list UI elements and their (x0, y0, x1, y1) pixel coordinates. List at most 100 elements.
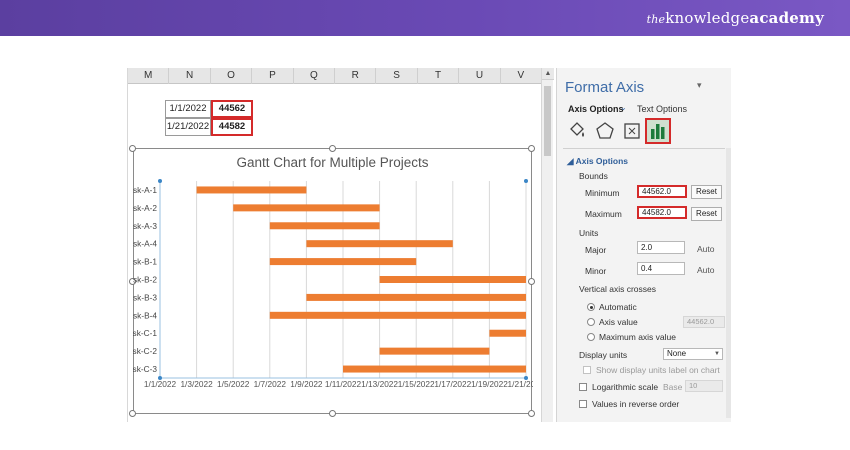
axis-value-label: Axis value (599, 317, 638, 327)
column-header[interactable]: T (418, 68, 460, 84)
brand-suffix: academy (749, 9, 824, 27)
column-header[interactable]: O (211, 68, 253, 84)
display-units-select[interactable]: None ▼ (663, 348, 723, 360)
format-axis-panel: Format Axis ▾ Axis Options ⌄ Text Option… (556, 68, 731, 422)
gantt-chart[interactable]: 1/1/2022 1/3/2022 1/5/2022 1/7/2022 1/9/2022… (133, 148, 533, 416)
tab-text-options[interactable]: Text Options (637, 104, 687, 114)
column-header[interactable]: U (459, 68, 501, 84)
date-cell[interactable]: 1/21/2022 (165, 118, 211, 136)
dropdown-arrow-icon: ▼ (714, 351, 720, 357)
major-label: Major (585, 245, 607, 255)
column-header[interactable]: R (335, 68, 377, 84)
x-tick-label: 1/9/2022 (290, 379, 323, 389)
x-tick-label: 1/13/2022 (361, 379, 398, 389)
axis-selection-handle (158, 179, 162, 183)
brand-prefix: the (646, 13, 666, 26)
axis-selection-handle (524, 179, 528, 183)
gantt-bar (343, 365, 526, 373)
maximum-label: Maximum (585, 209, 622, 219)
column-headers: M N O P Q R S T U V (128, 68, 543, 84)
banner: theknowledgeacademy (0, 0, 850, 36)
serial-cell[interactable]: 44582 (211, 118, 253, 136)
column-header[interactable]: N (169, 68, 211, 84)
y-category-label: Task-A-3 (133, 221, 157, 231)
minimum-label: Minimum (585, 188, 620, 198)
show-units-checkbox[interactable] (583, 366, 591, 374)
y-category-label: Task-C-3 (133, 364, 157, 374)
panel-title: Format Axis (565, 79, 645, 96)
size-properties-icon[interactable] (621, 120, 643, 142)
brand-logo: theknowledgeacademy (647, 9, 824, 27)
minimum-input[interactable]: 44562.0 (637, 185, 687, 198)
chart-title[interactable]: Gantt Chart for Multiple Projects (133, 155, 532, 170)
x-tick-label: 1/5/2022 (217, 379, 250, 389)
radio-automatic[interactable] (587, 303, 595, 311)
y-category-label: Task-B-2 (133, 275, 157, 285)
axis-value-input[interactable]: 44562.0 (683, 316, 725, 328)
minor-label: Minor (585, 266, 607, 276)
bounds-label: Bounds (579, 171, 608, 181)
gantt-bar (379, 347, 490, 355)
x-tick-label: 1/15/2022 (398, 379, 435, 389)
brand-name: knowledge (665, 9, 750, 27)
gantt-bar (233, 204, 380, 212)
logarithmic-scale-label: Logarithmic scale (592, 382, 659, 392)
x-tick-label: 1/1/2022 (144, 379, 177, 389)
date-cell[interactable]: 1/1/2022 (165, 100, 211, 118)
maximum-axis-value-label: Maximum axis value (599, 332, 676, 342)
major-input[interactable]: 2.0 (637, 241, 685, 254)
panel-options-chevron-icon[interactable]: ▾ (697, 80, 702, 91)
axis-options-chart-icon[interactable] (645, 118, 671, 144)
gantt-bar (269, 311, 526, 319)
reset-maximum-button[interactable]: Reset (691, 207, 722, 221)
column-header[interactable]: Q (294, 68, 336, 84)
fill-line-icon[interactable] (566, 120, 588, 142)
x-tick-label: 1/11/2022 (325, 379, 362, 389)
units-label: Units (579, 228, 599, 238)
column-header[interactable]: M (128, 68, 170, 84)
divider (563, 148, 725, 149)
y-category-label: Task-B-3 (133, 292, 157, 302)
column-header[interactable]: S (376, 68, 418, 84)
show-units-label: Show display units label on chart (596, 365, 720, 375)
chevron-down-icon[interactable]: ⌄ (620, 103, 627, 112)
x-tick-label: 1/3/2022 (180, 379, 213, 389)
gantt-bar (269, 258, 417, 266)
axis-crosses-label: Vertical axis crosses (579, 284, 656, 294)
reset-minimum-button[interactable]: Reset (691, 185, 722, 199)
minor-auto-label: Auto (697, 265, 715, 275)
radio-axis-value[interactable] (587, 318, 595, 326)
y-category-label: Task-A-4 (133, 239, 157, 249)
minor-input[interactable]: 0.4 (637, 262, 685, 275)
serial-cell[interactable]: 44562 (211, 100, 253, 118)
reverse-order-checkbox[interactable] (579, 400, 587, 408)
maximum-input[interactable]: 44582.0 (637, 206, 687, 219)
column-header[interactable]: P (252, 68, 294, 84)
base-input[interactable]: 10 (685, 380, 723, 392)
axis-selection-handle (158, 376, 162, 380)
section-toggle[interactable]: ◢ Axis Options (567, 156, 628, 167)
effects-icon[interactable] (594, 120, 616, 142)
tab-axis-options[interactable]: Axis Options (568, 104, 624, 114)
automatic-label: Automatic (599, 302, 637, 312)
y-category-label: Task-A-2 (133, 203, 157, 213)
gantt-bar (269, 222, 380, 230)
x-tick-label: 1/7/2022 (254, 379, 287, 389)
logarithmic-scale-checkbox[interactable] (579, 383, 587, 391)
reverse-order-label: Values in reverse order (592, 399, 680, 409)
sheet-vertical-scrollbar[interactable]: ▲ (541, 68, 554, 422)
major-auto-label: Auto (697, 244, 715, 254)
panel-scrollbar[interactable] (726, 148, 731, 418)
gantt-bar (306, 293, 526, 301)
y-category-label: Task-C-1 (133, 328, 157, 338)
display-units-value: None (667, 349, 687, 358)
y-category-label: Task-B-1 (133, 257, 157, 267)
column-header[interactable]: V (501, 68, 543, 84)
scroll-up-arrow-icon[interactable]: ▲ (542, 68, 554, 80)
scroll-thumb[interactable] (544, 86, 551, 156)
y-category-label: Task-C-2 (133, 346, 157, 356)
display-units-label: Display units (579, 350, 628, 360)
radio-maximum-axis-value[interactable] (587, 333, 595, 341)
y-category-label: Task-B-4 (133, 310, 157, 320)
gantt-bar (489, 329, 526, 337)
